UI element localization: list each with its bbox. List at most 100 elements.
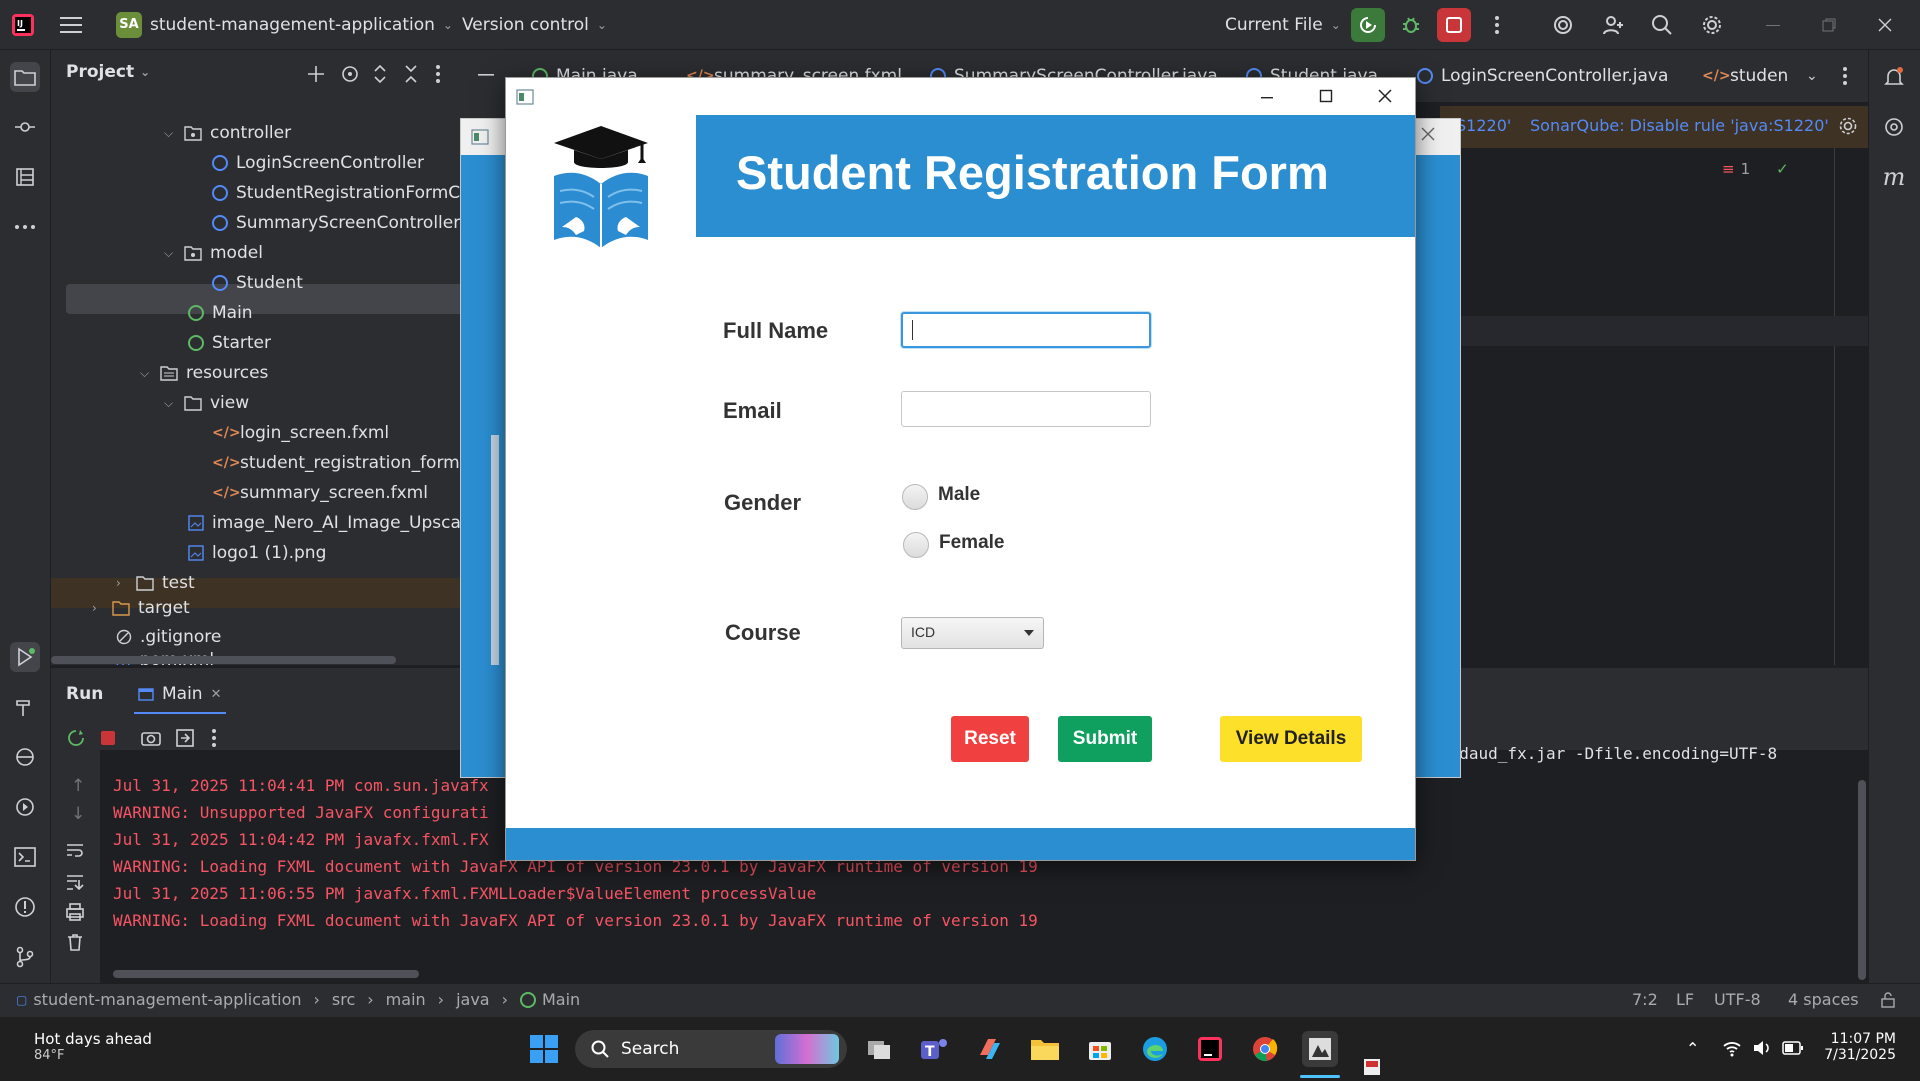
copilot-icon[interactable] [972, 1031, 1008, 1067]
line-separator[interactable]: LF [1676, 990, 1694, 1009]
tray-app-icon[interactable] [1362, 1057, 1384, 1079]
breadcrumb-item[interactable]: student-management-application [33, 990, 301, 1009]
scroll-to-end-icon[interactable] [65, 872, 85, 892]
view-details-button[interactable]: View Details [1220, 716, 1362, 762]
tree-item-student-registration-form-fxml[interactable]: </> student_registration_form.fxm [212, 448, 498, 478]
tree-item-model[interactable]: ⌵ model [164, 238, 263, 268]
tree-item-view[interactable]: ⌵ view [164, 388, 249, 418]
project-switcher[interactable]: SA student-management-application ⌄ [116, 0, 453, 49]
lock-icon[interactable] [1880, 992, 1896, 1008]
breadcrumb-item[interactable]: src [332, 990, 355, 1009]
run-tool-button[interactable] [10, 642, 40, 672]
tree-item-image-nero[interactable]: image_Nero_AI_Image_Upscaler_ [188, 508, 492, 538]
restore-window-button[interactable] [1812, 8, 1846, 42]
console-horizontal-scrollbar[interactable] [113, 970, 419, 978]
terminal-tool-button[interactable] [10, 842, 40, 872]
rerun-icon[interactable] [66, 728, 86, 748]
main-menu-icon[interactable] [60, 0, 82, 49]
gender-male-radio[interactable] [902, 484, 928, 510]
search-everywhere-button[interactable] [1645, 8, 1679, 42]
trash-icon[interactable] [65, 932, 85, 952]
endpoints-tool-button[interactable] [10, 742, 40, 772]
tree-item-studentregistrationformcontroller[interactable]: StudentRegistrationFormCon [212, 178, 481, 208]
intellij-logo-icon[interactable]: IJ [10, 0, 36, 49]
tabs-dropdown-button[interactable]: ⌄ [1806, 50, 1818, 102]
vcs-menu[interactable]: Version control ⌄ [462, 0, 607, 49]
sonar-settings-icon[interactable] [1838, 116, 1858, 136]
start-button[interactable] [526, 1031, 562, 1067]
build-tool-button[interactable] [10, 692, 40, 722]
tree-item-starter[interactable]: Starter [188, 328, 271, 358]
gender-male-label[interactable]: Male [938, 484, 980, 506]
tree-item-summaryscreencontroller[interactable]: SummaryScreenController [212, 208, 460, 238]
tabs-more-button[interactable] [1842, 50, 1848, 102]
project-tool-button[interactable] [10, 62, 40, 92]
more-actions-button[interactable] [1480, 8, 1514, 42]
add-file-icon[interactable] [306, 64, 326, 84]
chevron-up-icon[interactable]: ⌃ [1686, 1039, 1699, 1058]
tree-item-logo1[interactable]: logo1 (1).png [188, 538, 326, 568]
run-tab-main[interactable]: Main ✕ [134, 676, 226, 714]
tree-item-summary-screen-fxml[interactable]: </> summary_screen.fxml [212, 478, 428, 508]
file-explorer-icon[interactable] [1027, 1031, 1063, 1067]
sonar-disable-rule-link[interactable]: SonarQube: Disable rule 'java:S1220' [1530, 116, 1829, 135]
course-select[interactable]: ICD [901, 617, 1044, 649]
maven-tool-button[interactable]: m [1879, 162, 1909, 192]
console-vertical-scrollbar[interactable] [1858, 780, 1866, 980]
gender-female-label[interactable]: Female [939, 532, 1004, 554]
debug-button[interactable] [1394, 8, 1428, 42]
tree-item-login-screen-fxml[interactable]: </> login_screen.fxml [212, 418, 389, 448]
stop-icon[interactable] [100, 730, 116, 746]
hide-panel-icon[interactable] [478, 64, 494, 84]
tree-item-main[interactable]: Main [188, 298, 253, 328]
intellij-taskbar-icon[interactable] [1192, 1031, 1228, 1067]
horizontal-scrollbar[interactable] [51, 656, 396, 664]
edge-icon[interactable] [1137, 1031, 1173, 1067]
microsoft-store-icon[interactable] [1082, 1031, 1118, 1067]
form-close-button[interactable] [1378, 89, 1392, 103]
camera-icon[interactable] [141, 728, 161, 748]
close-window-button[interactable] [1868, 8, 1902, 42]
full-name-input[interactable] [901, 312, 1151, 348]
submit-button[interactable]: Submit [1058, 716, 1152, 762]
soft-wrap-icon[interactable] [65, 840, 85, 860]
print-icon[interactable] [65, 902, 85, 922]
tree-item-student[interactable]: Student [212, 268, 303, 298]
scroll-down-icon[interactable]: ↓ [71, 804, 85, 824]
reset-button[interactable]: Reset [951, 716, 1029, 762]
tree-item-controller[interactable]: ⌵ controller [164, 118, 291, 148]
form-maximize-button[interactable] [1319, 89, 1333, 103]
tab-student-registration-fxml[interactable]: </> studen [1702, 50, 1802, 102]
collapse-all-icon[interactable] [403, 64, 419, 84]
ai-chat-button[interactable] [1879, 112, 1909, 142]
expand-all-icon[interactable] [372, 64, 388, 84]
locate-file-icon[interactable] [340, 64, 360, 84]
panel-options-icon[interactable] [435, 64, 441, 84]
run-config-selector[interactable]: Current File ⌄ [1225, 0, 1341, 49]
teams-icon[interactable]: T [916, 1031, 952, 1067]
restore-layout-icon[interactable] [175, 728, 195, 748]
git-tool-button[interactable] [10, 942, 40, 972]
background-window-close-icon[interactable] [1421, 127, 1435, 141]
rerun-button[interactable] [1351, 8, 1385, 42]
commit-tool-button[interactable] [10, 112, 40, 142]
tree-item-resources[interactable]: ⌵ resources [140, 358, 268, 388]
scroll-up-icon[interactable]: ↑ [71, 776, 85, 796]
more-tools-button[interactable] [10, 212, 40, 242]
stop-button[interactable] [1437, 8, 1471, 42]
chrome-icon[interactable] [1247, 1031, 1283, 1067]
services-tool-button[interactable] [10, 792, 40, 822]
file-encoding[interactable]: UTF-8 [1714, 990, 1761, 1009]
close-icon[interactable]: ✕ [211, 687, 222, 702]
notifications-button[interactable] [1879, 62, 1909, 92]
run-more-icon[interactable] [211, 728, 217, 748]
settings-button[interactable] [1695, 8, 1729, 42]
task-view-icon[interactable] [862, 1031, 898, 1067]
breadcrumb-item[interactable]: Main [542, 990, 580, 1009]
minimize-window-button[interactable] [1756, 8, 1790, 42]
problems-indicator[interactable]: ≡ 1 ✓ [1722, 160, 1789, 178]
email-input[interactable] [901, 391, 1151, 427]
breadcrumb-item[interactable]: main [386, 990, 426, 1009]
taskbar-search-box[interactable]: Search [575, 1030, 847, 1068]
breadcrumb-item[interactable]: java [456, 990, 490, 1009]
